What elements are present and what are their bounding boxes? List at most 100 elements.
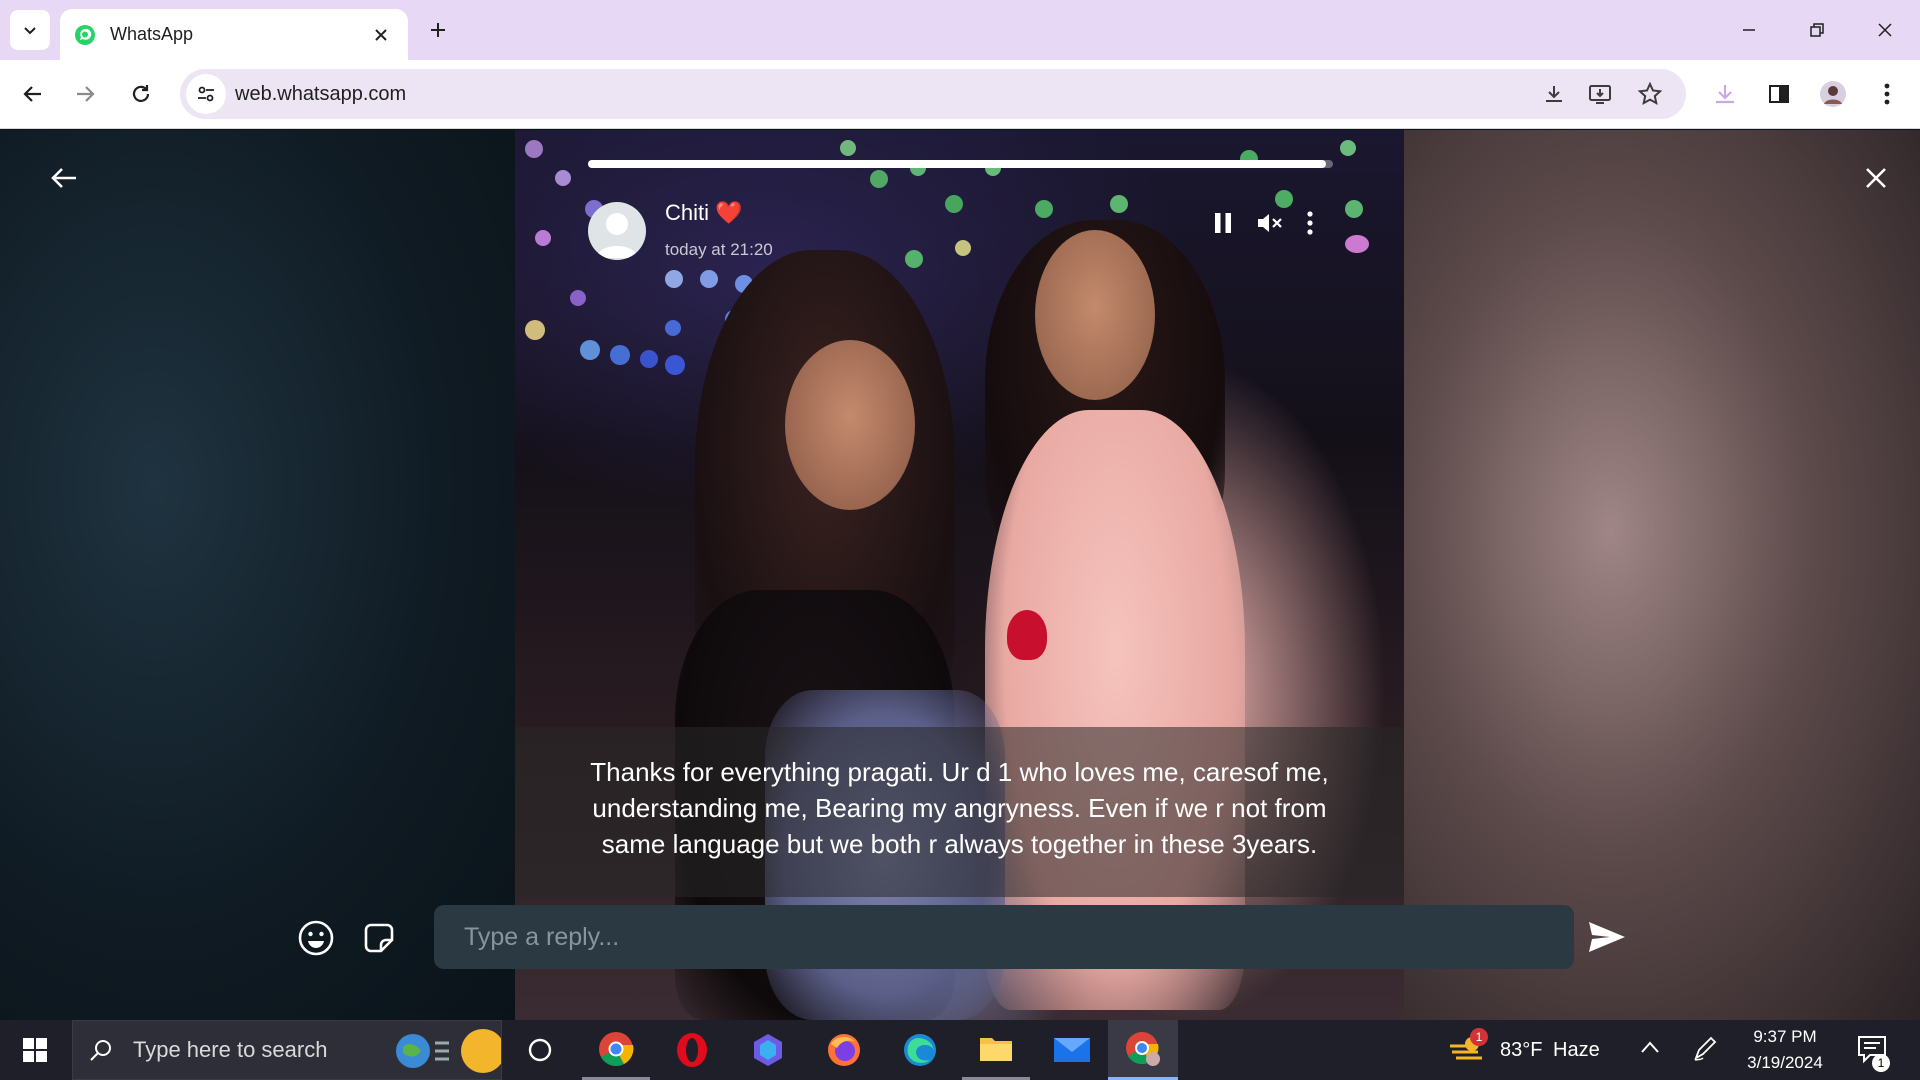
tab-whatsapp[interactable]: WhatsApp: [60, 9, 408, 60]
contact-avatar[interactable]: [588, 202, 646, 260]
chevron-up-icon[interactable]: [1640, 1040, 1660, 1054]
download-page-button[interactable]: [1538, 78, 1570, 110]
status-progress-bar: [588, 160, 1333, 168]
browser-tab-strip: WhatsApp: [0, 0, 1920, 60]
chrome-profile-icon: [1126, 1031, 1160, 1066]
clock-time: 9:37 PM: [1753, 1027, 1817, 1046]
taskbar-clock[interactable]: 9:37 PM 3/19/2024: [1730, 1024, 1840, 1076]
emoji-icon: [298, 920, 334, 956]
start-button[interactable]: [10, 1025, 60, 1075]
bokeh-light: [665, 320, 681, 336]
side-panel-button[interactable]: [1758, 73, 1800, 115]
pen-icon[interactable]: [1692, 1036, 1718, 1062]
download-icon: [1716, 85, 1734, 104]
bokeh-light: [580, 340, 600, 360]
taskbar-mail[interactable]: [1038, 1020, 1106, 1080]
tune-icon: [198, 86, 214, 102]
windows-taskbar: Type here to search 1 83°F Haze 9:37 PM: [0, 1020, 1920, 1080]
profile-avatar-icon: [1820, 81, 1846, 107]
status-caption: Thanks for everything pragati. Ur d 1 wh…: [590, 757, 1329, 859]
bokeh-light: [1345, 235, 1369, 253]
side-panel-icon: [1769, 85, 1789, 103]
taskbar-opera[interactable]: [658, 1020, 726, 1080]
contact-name: Chiti ❤️: [665, 200, 743, 226]
sticker-button[interactable]: [357, 916, 401, 960]
minimize-button[interactable]: [1720, 8, 1778, 52]
reply-input[interactable]: [434, 905, 1574, 969]
send-button[interactable]: [1582, 912, 1632, 962]
emoji-button[interactable]: [294, 916, 338, 960]
bokeh-light: [1110, 195, 1128, 213]
restore-icon: [1810, 23, 1824, 37]
clock-date: 3/19/2024: [1747, 1053, 1823, 1072]
pause-button[interactable]: [1203, 203, 1243, 243]
downloads-button[interactable]: [1704, 73, 1746, 115]
site-info-button[interactable]: [186, 74, 226, 114]
windows-logo-icon: [23, 1038, 47, 1062]
task-view-button[interactable]: [506, 1020, 574, 1080]
taskbar-copilot[interactable]: [734, 1020, 802, 1080]
tab-search-button[interactable]: [10, 10, 50, 50]
reload-button[interactable]: [120, 73, 162, 115]
notification-count: 1: [1872, 1054, 1890, 1072]
weather-temperature[interactable]: 83°F: [1500, 1039, 1542, 1062]
mail-icon: [1054, 1038, 1090, 1062]
minimize-icon: [1743, 29, 1755, 31]
bokeh-light: [525, 140, 543, 158]
taskbar-chrome-profile[interactable]: [1108, 1020, 1178, 1080]
bokeh-light: [955, 240, 971, 256]
plus-icon: [431, 23, 445, 37]
blurred-background-left: [0, 130, 515, 1020]
taskbar-chrome[interactable]: [582, 1020, 650, 1080]
bokeh-light: [700, 270, 718, 288]
task-view-icon: [528, 1038, 552, 1062]
bokeh-light: [525, 320, 545, 340]
mute-button[interactable]: [1250, 203, 1290, 243]
window-close-button[interactable]: [1856, 8, 1914, 52]
person-right-face: [1035, 230, 1155, 400]
taskbar-file-explorer[interactable]: [962, 1020, 1030, 1080]
taskbar-edge[interactable]: [886, 1020, 954, 1080]
bookmark-button[interactable]: [1634, 78, 1666, 110]
folder-icon: [980, 1037, 1012, 1061]
bokeh-light: [555, 170, 571, 186]
bokeh-light: [945, 195, 963, 213]
address-bar[interactable]: web.whatsapp.com: [180, 69, 1686, 119]
chevron-down-icon: [24, 27, 36, 35]
browser-menu-button[interactable]: [1866, 73, 1908, 115]
bokeh-light: [665, 355, 685, 375]
status-close-button[interactable]: [1856, 158, 1896, 198]
taskbar-search-box[interactable]: Type here to search: [72, 1020, 502, 1080]
arrow-left-icon: [51, 168, 76, 188]
status-progress-fill: [588, 160, 1326, 168]
search-placeholder: Type here to search: [133, 1037, 328, 1062]
new-tab-button[interactable]: [420, 12, 456, 48]
bokeh-light: [1035, 200, 1053, 218]
more-vertical-icon: [1307, 211, 1313, 235]
bokeh-light: [665, 270, 683, 288]
status-viewer: Chiti ❤️ today at 21:20 Thanks for every…: [0, 130, 1920, 1020]
tab-close-button[interactable]: [368, 22, 394, 48]
forward-button[interactable]: [64, 73, 106, 115]
profile-avatar-button[interactable]: [1812, 73, 1854, 115]
blurred-background-right: [1404, 130, 1920, 1020]
search-icon: [90, 1040, 111, 1061]
status-back-button[interactable]: [44, 158, 84, 198]
weather-description[interactable]: Haze: [1553, 1039, 1600, 1062]
whatsapp-logo-icon: [75, 24, 95, 45]
more-vertical-icon: [1884, 83, 1890, 105]
sticker-icon: [364, 923, 394, 953]
download-icon: [1546, 86, 1562, 102]
bokeh-light: [1345, 200, 1363, 218]
close-icon: [1866, 168, 1886, 188]
send-icon: [1589, 922, 1625, 952]
status-menu-button[interactable]: [1290, 203, 1330, 243]
firefox-icon: [828, 1034, 860, 1066]
status-timestamp: today at 21:20: [665, 240, 773, 259]
install-app-button[interactable]: [1584, 78, 1616, 110]
red-rose: [1007, 610, 1047, 660]
taskbar-firefox[interactable]: [810, 1020, 878, 1080]
restore-button[interactable]: [1788, 8, 1846, 52]
install-icon: [1589, 85, 1611, 104]
back-button[interactable]: [12, 73, 54, 115]
